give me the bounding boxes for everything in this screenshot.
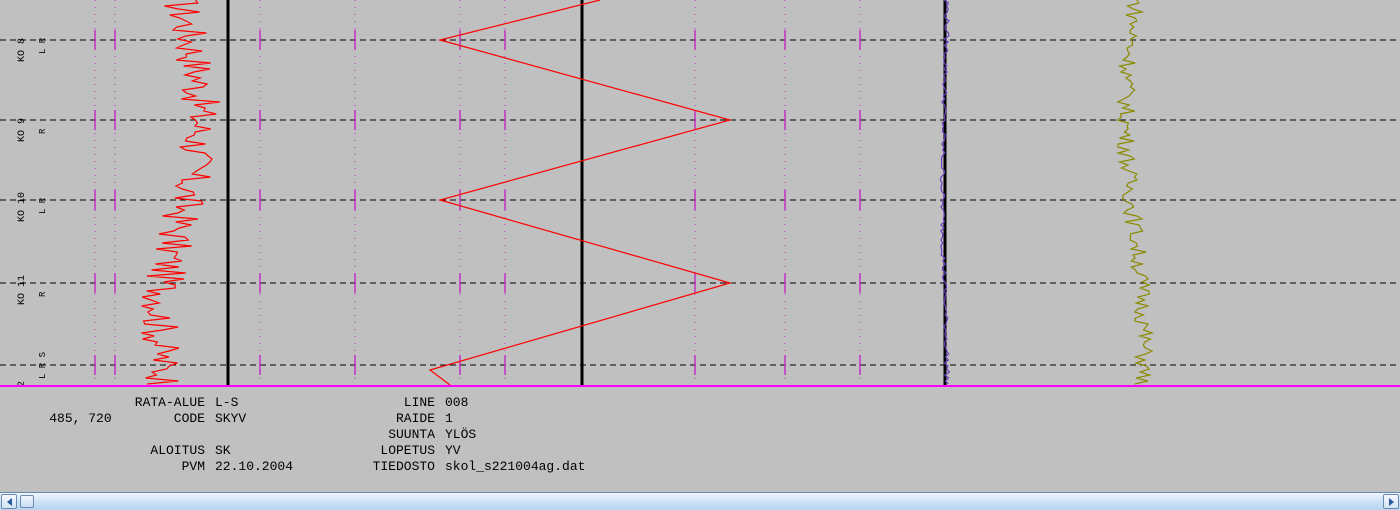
info-left-block: RATA-ALUEL-SCODESKYVALOITUSSKPVM22.10.20… — [125, 395, 293, 475]
scroll-thumb[interactable] — [20, 495, 34, 508]
measurement-plot — [0, 0, 1400, 385]
y-label: KO 10 — [18, 192, 28, 222]
scroll-right-button[interactable] — [1383, 494, 1399, 509]
separator-line — [0, 385, 1400, 387]
horizontal-scrollbar[interactable] — [0, 492, 1400, 510]
chevron-left-icon — [7, 498, 12, 506]
info-panel: 485, 720 RATA-ALUEL-SCODESKYVALOITUSSKPV… — [0, 395, 1400, 480]
cursor-coord: 485, 720 — [49, 411, 111, 426]
y-sublabel: L R — [38, 38, 48, 54]
chevron-right-icon — [1389, 498, 1394, 506]
y-sublabel: R — [38, 129, 48, 134]
y-sublabel: L R — [38, 198, 48, 214]
y-label: KO 11 — [18, 275, 28, 305]
info-right-block: LINE008RAIDE1SUUNTAYLÖSLOPETUSYVTIEDOSTO… — [355, 395, 585, 475]
y-sublabel: L R S — [38, 352, 48, 379]
y-label: KO 9 — [18, 118, 28, 142]
y-sublabel: R — [38, 292, 48, 297]
scroll-left-button[interactable] — [1, 494, 17, 509]
y-label: KO 8 — [18, 38, 28, 62]
